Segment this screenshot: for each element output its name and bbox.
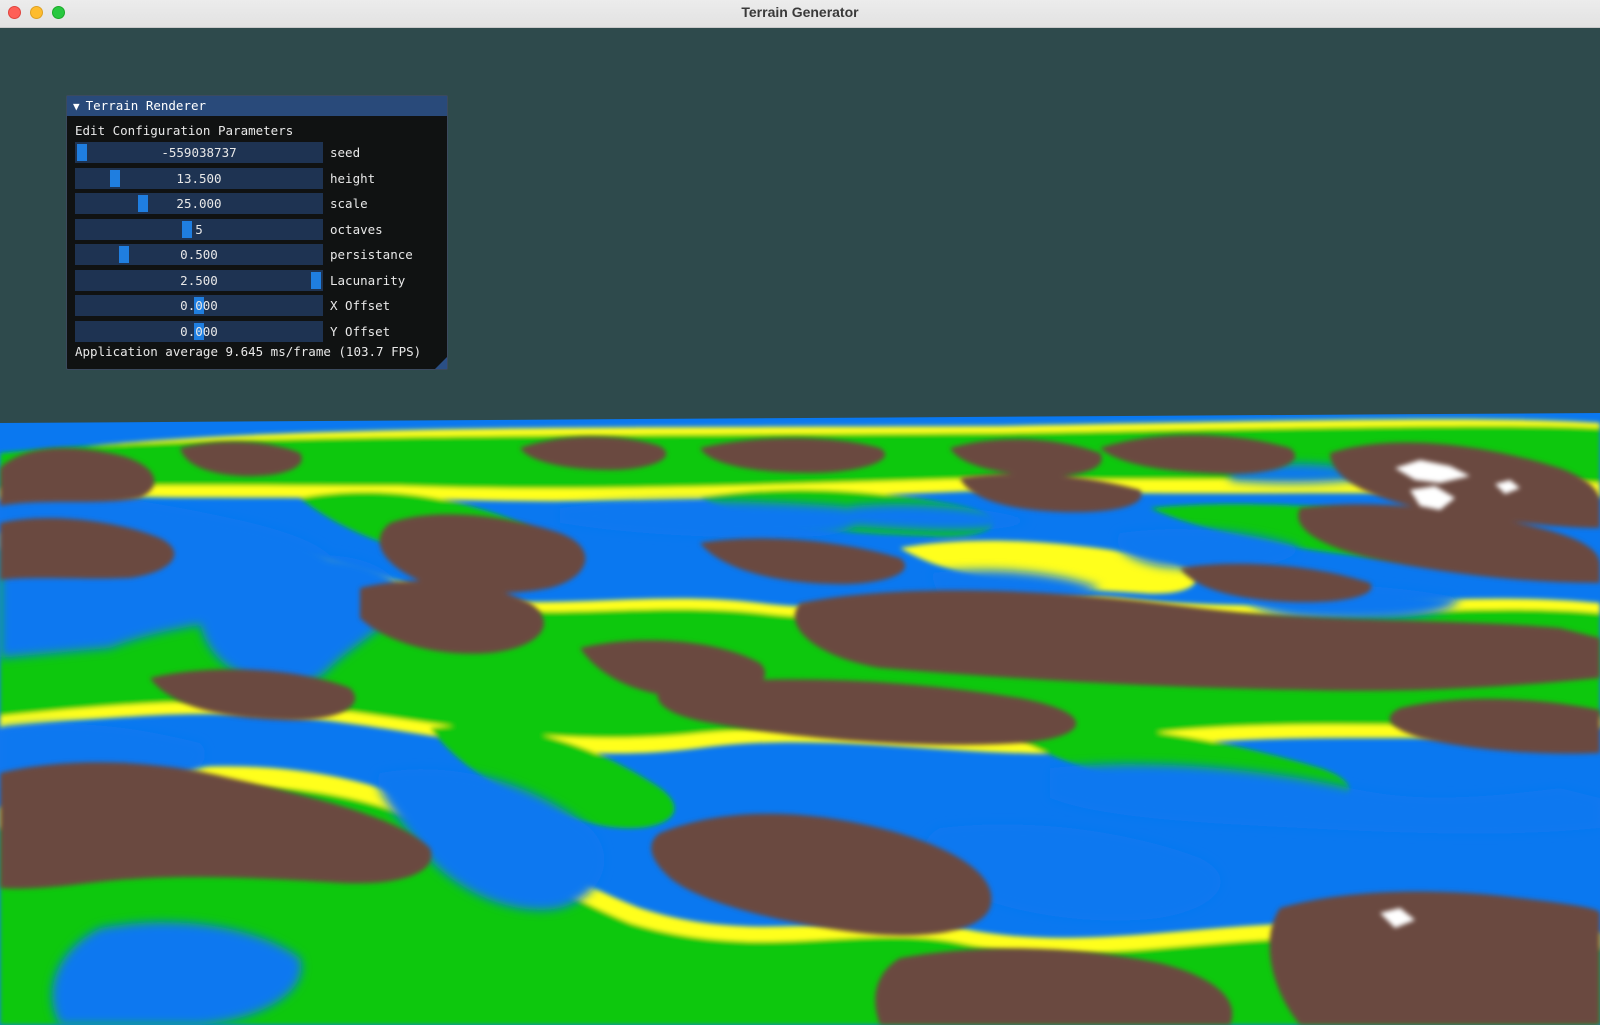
param-label: height bbox=[330, 170, 376, 186]
slider-value: 0.000 bbox=[180, 298, 218, 313]
param-slider[interactable]: 0.000 bbox=[75, 320, 323, 342]
slider-value: 0.000 bbox=[180, 323, 218, 339]
param-row: 0.000 X Offset bbox=[75, 293, 439, 319]
param-label: Y Offset bbox=[330, 323, 391, 339]
slider-value: 0.500 bbox=[180, 247, 218, 262]
param-label: persistance bbox=[330, 247, 413, 262]
slider-value: 13.500 bbox=[176, 170, 222, 186]
param-row: 2.500 Lacunarity bbox=[75, 268, 439, 294]
slider-value: 2.500 bbox=[180, 272, 218, 288]
param-slider[interactable]: -559038737 bbox=[75, 142, 323, 163]
param-row: 0.000 Y Offset bbox=[75, 319, 439, 345]
panel-titlebar[interactable]: ▼ Terrain Renderer bbox=[67, 96, 447, 116]
param-row: 13.500 height bbox=[75, 166, 439, 192]
slider-value: 5 bbox=[195, 221, 203, 237]
param-slider[interactable]: 5 bbox=[75, 218, 323, 240]
param-slider[interactable]: 2.500 bbox=[75, 269, 323, 291]
param-label: seed bbox=[330, 145, 361, 160]
param-row: 0.500 persistance bbox=[75, 242, 439, 268]
param-label: scale bbox=[330, 196, 368, 211]
fps-readout: Application average 9.645 ms/frame (103.… bbox=[75, 344, 422, 359]
param-slider[interactable]: 0.500 bbox=[75, 244, 323, 265]
panel-title: Terrain Renderer bbox=[85, 98, 207, 113]
panel-subtitle: Edit Configuration Parameters bbox=[75, 123, 294, 138]
window-titlebar: Terrain Generator bbox=[0, 0, 1600, 28]
param-slider[interactable]: 13.500 bbox=[75, 167, 323, 189]
slider-value: -559038737 bbox=[161, 145, 237, 160]
terrain-renderer-panel[interactable]: ▼ Terrain Renderer Edit Configuration Par… bbox=[66, 95, 448, 370]
param-slider[interactable]: 0.000 bbox=[75, 295, 323, 316]
param-label: Lacunarity bbox=[330, 272, 406, 288]
param-slider[interactable]: 25.000 bbox=[75, 193, 323, 214]
terrain-viewport[interactable]: ▼ Terrain Renderer Edit Configuration Par… bbox=[0, 28, 1600, 1025]
slider-value: 25.000 bbox=[176, 196, 222, 211]
param-list: -559038737 seed 13.500 height 25.000 scale 5 oc… bbox=[75, 140, 439, 344]
param-row: 5 octaves bbox=[75, 217, 439, 243]
collapse-arrow-icon[interactable]: ▼ bbox=[73, 97, 80, 117]
param-row: 25.000 scale bbox=[75, 191, 439, 217]
param-label: X Offset bbox=[330, 298, 391, 313]
window-title: Terrain Generator bbox=[741, 4, 859, 20]
param-row: -559038737 seed bbox=[75, 140, 439, 166]
param-label: octaves bbox=[330, 221, 383, 237]
resize-grip-icon[interactable] bbox=[435, 357, 447, 369]
